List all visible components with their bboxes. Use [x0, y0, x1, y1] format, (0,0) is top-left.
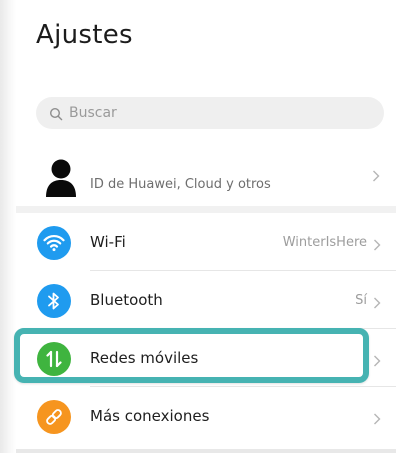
wifi-network-value: WinterIsHere	[282, 235, 367, 250]
chevron-right-icon	[373, 410, 381, 425]
avatar-icon	[44, 158, 78, 198]
page-title: Ajustes	[36, 20, 133, 50]
chevron-right-icon	[372, 167, 380, 182]
wifi-icon	[37, 226, 71, 260]
account-row[interactable]: ID de Huawei, Cloud y otros	[16, 150, 396, 206]
chevron-right-icon	[373, 352, 381, 367]
link-icon	[37, 400, 71, 434]
settings-screen: Ajustes Buscar ID de Huawei, Cloud y otr…	[16, 0, 396, 453]
account-label: ID de Huawei, Cloud y otros	[90, 177, 271, 192]
search-placeholder: Buscar	[69, 105, 117, 121]
device-frame: Ajustes Buscar ID de Huawei, Cloud y otr…	[0, 0, 396, 453]
settings-item-bluetooth[interactable]: Bluetooth Sí	[16, 271, 396, 329]
bluetooth-icon	[37, 284, 71, 318]
chevron-right-icon	[373, 236, 381, 251]
settings-item-label: Bluetooth	[90, 291, 163, 309]
chevron-right-icon	[373, 294, 381, 309]
bluetooth-status-value: Sí	[355, 293, 367, 308]
section-divider	[16, 206, 396, 213]
settings-item-wifi[interactable]: Wi-Fi WinterIsHere	[16, 213, 396, 271]
settings-item-more-connections[interactable]: Más conexiones	[16, 387, 396, 445]
search-input[interactable]: Buscar	[36, 97, 384, 129]
highlight-box	[14, 328, 369, 383]
search-icon	[49, 106, 63, 121]
settings-item-label: Más conexiones	[90, 407, 210, 425]
bottom-divider	[16, 449, 396, 453]
settings-item-label: Wi-Fi	[90, 233, 126, 251]
